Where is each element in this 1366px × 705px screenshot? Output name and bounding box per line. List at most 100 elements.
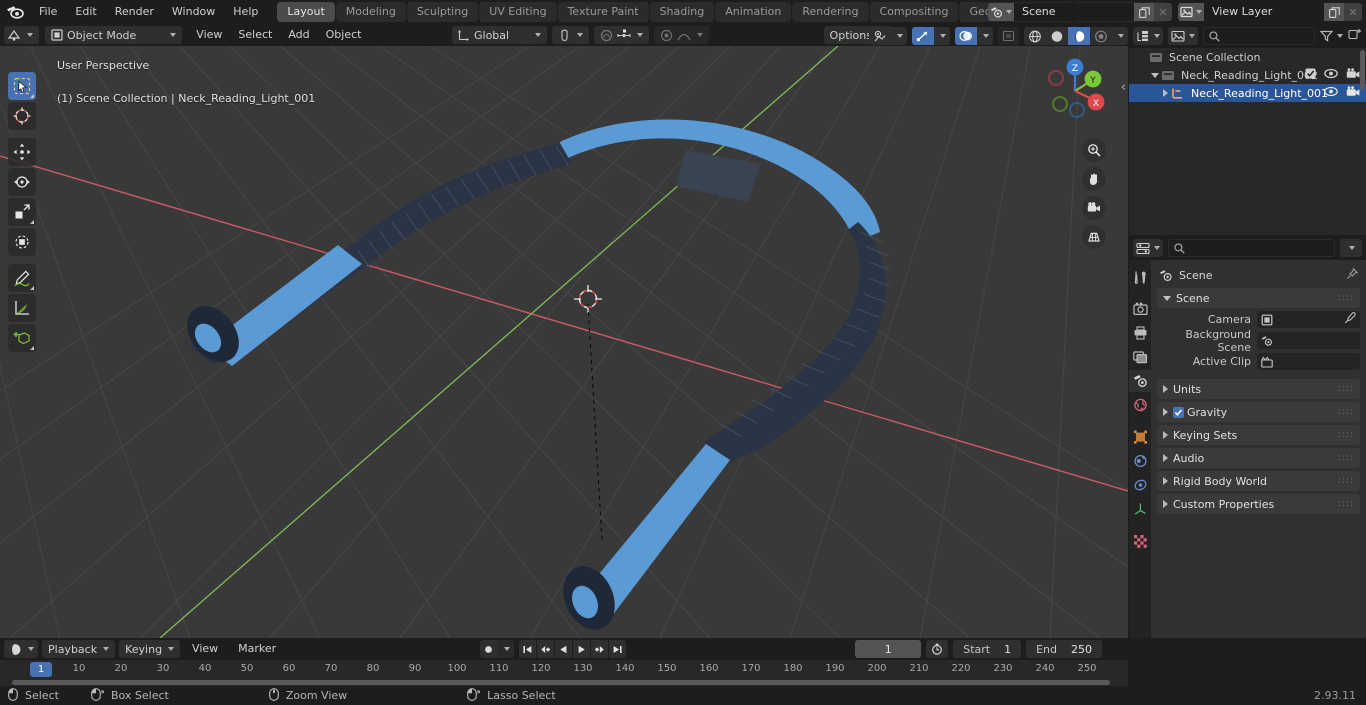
properties-options-dropdown[interactable] bbox=[1340, 239, 1362, 257]
menu-render[interactable]: Render bbox=[106, 3, 163, 21]
properties-editor-type-selector[interactable] bbox=[1133, 239, 1163, 257]
tab-modeling[interactable]: Modeling bbox=[335, 2, 406, 22]
show-overlays-icon[interactable] bbox=[955, 27, 977, 45]
shading-mode-group[interactable] bbox=[1024, 27, 1128, 45]
auto-keying-record-icon[interactable] bbox=[480, 640, 497, 658]
expand-triangle-right-icon[interactable] bbox=[1159, 89, 1171, 97]
scene-selector[interactable]: Scene ✕ bbox=[988, 3, 1172, 21]
proportional-editing-toggle[interactable] bbox=[594, 26, 650, 44]
world-tab[interactable] bbox=[1129, 394, 1151, 416]
shading-solid-icon[interactable] bbox=[1046, 27, 1068, 45]
outliner-editor-type-selector[interactable] bbox=[1133, 27, 1163, 45]
eye-icon[interactable] bbox=[1324, 86, 1338, 100]
gizmo-toggle-group[interactable] bbox=[912, 27, 950, 45]
panel-header-rigid-body-world[interactable]: Rigid Body World :::: bbox=[1157, 471, 1360, 491]
frame-end-field[interactable]: End 250 bbox=[1026, 640, 1102, 658]
viewport-menu-object[interactable]: Object bbox=[318, 26, 370, 44]
visibility-dropdown-icon[interactable] bbox=[891, 27, 907, 45]
eye-icon[interactable] bbox=[1324, 68, 1338, 82]
tab-layout[interactable]: Layout bbox=[277, 2, 335, 22]
checkbox-icon[interactable] bbox=[1305, 68, 1316, 82]
navigation-gizmo[interactable]: Z Y X bbox=[1038, 54, 1112, 128]
timeline-scrollbar[interactable] bbox=[0, 678, 1128, 686]
playhead[interactable]: 1 bbox=[30, 662, 52, 677]
pan-hand-icon[interactable] bbox=[1082, 167, 1106, 191]
view-layer-tab[interactable] bbox=[1129, 346, 1151, 368]
panel-header-scene[interactable]: Scene :::: bbox=[1157, 288, 1360, 308]
next-keyframe-icon[interactable] bbox=[591, 640, 608, 658]
shading-material-preview-icon[interactable] bbox=[1068, 27, 1090, 45]
outliner-filter-id-selector[interactable] bbox=[1168, 27, 1198, 45]
outliner-row-neck-reading-light-001[interactable]: Neck_Reading_Light_001 bbox=[1129, 84, 1366, 102]
collapse-sidebar-icon[interactable]: ‹ bbox=[1121, 80, 1126, 95]
blender-logo-icon[interactable] bbox=[4, 3, 26, 21]
shading-dropdown-icon[interactable] bbox=[1112, 27, 1128, 45]
gizmo-dropdown-icon[interactable] bbox=[934, 27, 950, 45]
toggle-xray-icon[interactable] bbox=[998, 27, 1019, 45]
timeline-menu-keying[interactable]: Keying bbox=[119, 640, 181, 658]
tab-texture-paint[interactable]: Texture Paint bbox=[557, 2, 649, 22]
menu-edit[interactable]: Edit bbox=[66, 3, 105, 21]
tab-compositing[interactable]: Compositing bbox=[869, 2, 959, 22]
panel-header-gravity[interactable]: Gravity :::: bbox=[1157, 402, 1360, 422]
particles-tab[interactable] bbox=[1129, 474, 1151, 496]
panel-header-audio[interactable]: Audio :::: bbox=[1157, 448, 1360, 468]
outliner-row-neck-reading-light-002[interactable]: Neck_Reading_Light_002 bbox=[1129, 66, 1366, 84]
texture-tab[interactable] bbox=[1129, 530, 1151, 552]
zoom-icon[interactable] bbox=[1082, 138, 1106, 162]
tab-sculpting[interactable]: Sculpting bbox=[406, 2, 479, 22]
render-tab[interactable] bbox=[1129, 298, 1151, 320]
tab-rendering[interactable]: Rendering bbox=[792, 2, 869, 22]
camera-icon[interactable] bbox=[1346, 86, 1360, 100]
overlay-dropdown-icon[interactable] bbox=[977, 27, 993, 45]
shading-wireframe-icon[interactable] bbox=[1024, 27, 1046, 45]
timeline-menu-playback[interactable]: Playback bbox=[42, 640, 116, 658]
add-cube-tool[interactable] bbox=[8, 324, 36, 352]
timeline-menu-view[interactable]: View bbox=[184, 640, 226, 658]
show-gizmo-icon[interactable] bbox=[912, 27, 934, 45]
expand-triangle-down-icon[interactable] bbox=[1149, 72, 1161, 78]
unlink-scene-icon[interactable]: ✕ bbox=[1154, 3, 1172, 21]
viewport-menu-select[interactable]: Select bbox=[230, 26, 280, 44]
shading-rendered-icon[interactable] bbox=[1090, 27, 1112, 45]
editor-type-selector[interactable] bbox=[4, 26, 39, 44]
active-clip-field[interactable] bbox=[1257, 353, 1360, 370]
unlink-view-layer-icon[interactable]: ✕ bbox=[1344, 3, 1362, 21]
outliner-search-input[interactable] bbox=[1203, 27, 1315, 45]
pin-icon[interactable] bbox=[1346, 267, 1359, 283]
tab-animation[interactable]: Animation bbox=[715, 2, 792, 22]
camera-view-icon[interactable] bbox=[1082, 196, 1106, 220]
toggle-perspective-icon[interactable] bbox=[1082, 225, 1106, 249]
outliner-row-scene-collection[interactable]: Scene Collection bbox=[1129, 48, 1366, 66]
move-tool[interactable] bbox=[8, 138, 36, 166]
modifier-tab[interactable] bbox=[1129, 450, 1151, 472]
camera-icon[interactable] bbox=[1346, 68, 1360, 82]
panel-header-keying-sets[interactable]: Keying Sets :::: bbox=[1157, 425, 1360, 445]
proportional-falloff-group[interactable] bbox=[654, 26, 710, 44]
3d-viewport[interactable]: User Perspective (1) Scene Collection | … bbox=[0, 46, 1128, 638]
menu-window[interactable]: Window bbox=[163, 3, 224, 21]
scene-name[interactable]: Scene bbox=[1014, 3, 1134, 21]
panel-header-custom-properties[interactable]: Custom Properties :::: bbox=[1157, 494, 1360, 514]
menu-file[interactable]: File bbox=[30, 3, 66, 21]
duplicate-icon[interactable] bbox=[1134, 3, 1154, 21]
properties-search-input[interactable] bbox=[1168, 239, 1335, 257]
viewport-menu-add[interactable]: Add bbox=[280, 26, 317, 44]
scene-tab[interactable] bbox=[1129, 370, 1151, 392]
output-tab[interactable] bbox=[1129, 322, 1151, 344]
interaction-mode-selector[interactable]: Object Mode bbox=[45, 26, 183, 44]
view-layer-icon[interactable] bbox=[1178, 3, 1204, 21]
measure-tool[interactable] bbox=[8, 294, 36, 322]
jump-to-end-icon[interactable] bbox=[609, 640, 626, 658]
outliner-filter-icon[interactable] bbox=[1320, 30, 1343, 42]
panel-header-units[interactable]: Units :::: bbox=[1157, 379, 1360, 399]
prev-keyframe-icon[interactable] bbox=[537, 640, 554, 658]
viewport-menu-view[interactable]: View bbox=[188, 26, 230, 44]
menu-help[interactable]: Help bbox=[224, 3, 267, 21]
play-reverse-icon[interactable] bbox=[555, 640, 572, 658]
constraints-tab[interactable] bbox=[1129, 498, 1151, 520]
duplicate-view-layer-icon[interactable] bbox=[1324, 3, 1344, 21]
tab-shading[interactable]: Shading bbox=[649, 2, 715, 22]
background-scene-field[interactable] bbox=[1257, 332, 1360, 349]
tweak-select-tool[interactable] bbox=[8, 72, 36, 100]
